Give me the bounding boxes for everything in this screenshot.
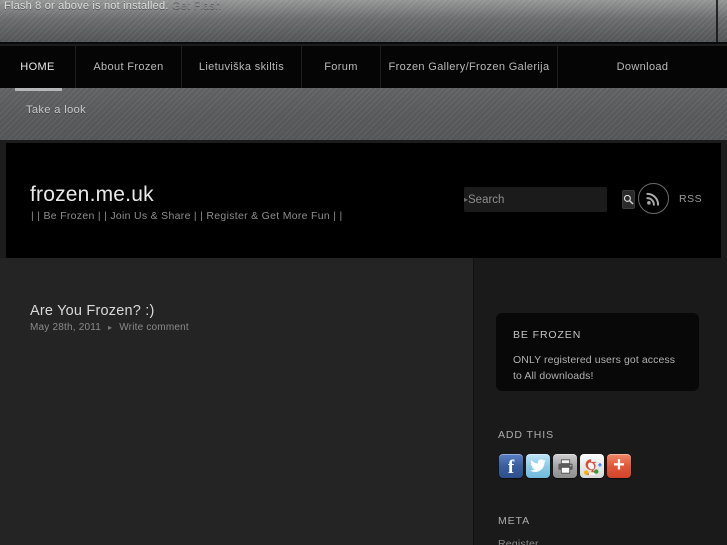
site-title: frozen.me.uk: [30, 183, 154, 206]
nav-item-frozen-gallery[interactable]: Frozen Gallery/Frozen Galerija: [381, 46, 558, 88]
post-meta-separator-icon: ▸: [108, 323, 113, 332]
printer-icon: [557, 458, 573, 474]
nav-item-lietuviska-skiltis[interactable]: Lietuviška skiltis: [182, 46, 302, 88]
nav-item-download[interactable]: Download: [558, 46, 727, 88]
twitter-bird-icon: [529, 459, 546, 472]
rss-icon: [646, 192, 660, 206]
flash-bar-edge-line: [716, 0, 718, 42]
site-header-panel: frozen.me.uk | | Be Frozen | | Join Us &…: [6, 143, 721, 258]
post-title: Are You Frozen? :): [30, 303, 155, 319]
sidebar-column: [473, 258, 727, 545]
rss-button[interactable]: [638, 183, 669, 214]
print-icon[interactable]: [553, 454, 577, 478]
get-flash-link[interactable]: Get Flash: [172, 0, 222, 12]
google-plus-icon[interactable]: [580, 454, 604, 478]
column-divider: [473, 258, 474, 545]
be-frozen-text: ONLY registered users got access to All …: [513, 354, 676, 382]
main-navigation: HOME About Frozen Lietuviška skiltis For…: [0, 46, 727, 88]
twitter-icon[interactable]: [526, 454, 550, 478]
google-g-icon: [584, 458, 602, 475]
post-meta: May 28th, 2011 ▸ Write comment: [30, 322, 189, 333]
flash-notice-message: Flash 8 or above is not installed.: [4, 0, 169, 12]
write-comment-link[interactable]: Write comment: [119, 322, 189, 333]
be-frozen-widget: BE FROZEN ONLY registered users got acce…: [496, 313, 699, 391]
site-tagline: | | Be Frozen | | Join Us & Share | | Re…: [31, 210, 343, 222]
facebook-glyph: f: [507, 456, 515, 478]
page-root: Flash 8 or above is not installed. Get F…: [0, 0, 727, 545]
content-column: [0, 258, 473, 545]
be-frozen-title: BE FROZEN: [513, 329, 582, 341]
flash-notice-text: Flash 8 or above is not installed. Get F…: [4, 0, 221, 13]
rss-feed-group[interactable]: RSS: [638, 183, 702, 214]
facebook-icon[interactable]: f: [499, 454, 523, 478]
search-submit-button[interactable]: [622, 190, 636, 209]
rss-label: RSS: [679, 192, 703, 205]
add-this-title: ADD THIS: [498, 429, 555, 441]
addthis-icon[interactable]: +: [607, 454, 631, 478]
search-icon: [623, 194, 634, 205]
nav-item-about[interactable]: About Frozen: [76, 46, 182, 88]
search-input[interactable]: [468, 193, 623, 206]
banner-caption: Take a look: [26, 104, 87, 116]
search-box: ▸: [464, 187, 636, 212]
banner-strip: [0, 88, 727, 140]
add-this-icon-row: f +: [499, 454, 631, 478]
nav-active-indicator: [15, 88, 62, 91]
meta-title: META: [498, 515, 530, 527]
meta-item-register[interactable]: Register: [498, 538, 539, 545]
post-date: May 28th, 2011: [30, 322, 101, 333]
nav-item-home[interactable]: HOME: [0, 46, 76, 88]
nav-item-forum[interactable]: Forum: [302, 46, 381, 88]
plus-glyph: +: [613, 454, 625, 476]
